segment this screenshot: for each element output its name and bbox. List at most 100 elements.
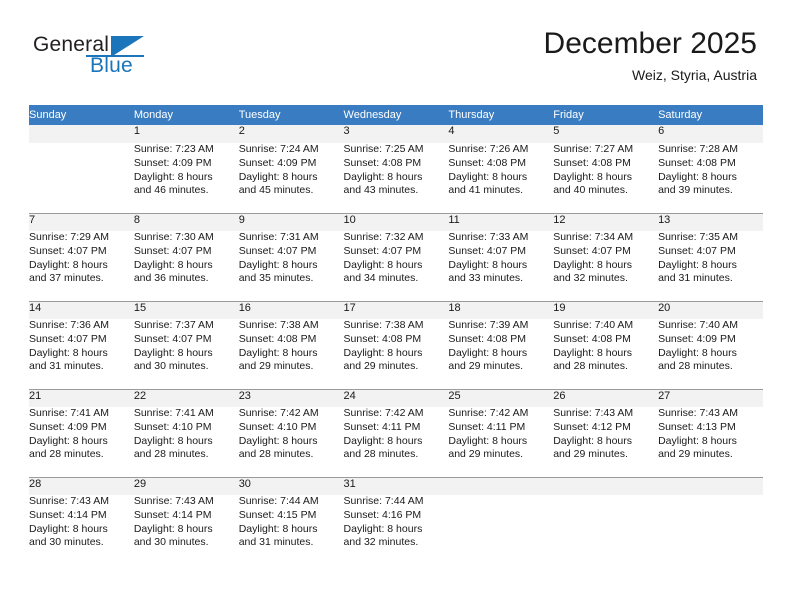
day-number[interactable]: 10 bbox=[343, 213, 449, 231]
day-cell[interactable]: Sunrise: 7:33 AM Sunset: 4:07 PM Dayligh… bbox=[448, 231, 554, 301]
day-cell[interactable]: Sunrise: 7:37 AM Sunset: 4:07 PM Dayligh… bbox=[133, 319, 239, 389]
sunset-text: Sunset: 4:14 PM bbox=[133, 508, 212, 521]
sunset-text: Sunset: 4:11 PM bbox=[448, 420, 526, 433]
day-cell[interactable]: Sunrise: 7:42 AM Sunset: 4:10 PM Dayligh… bbox=[238, 407, 344, 477]
daylight-text-line2: and 36 minutes. bbox=[133, 272, 209, 285]
daylight-text-line1: Daylight: 8 hours bbox=[448, 434, 528, 447]
sunset-text: Sunset: 4:08 PM bbox=[658, 156, 736, 169]
daylight-text-line2: and 29 minutes. bbox=[553, 448, 628, 461]
week-row-daynumbers: 1 2 3 4 5 6 bbox=[29, 125, 763, 143]
day-cell[interactable]: Sunrise: 7:39 AM Sunset: 4:08 PM Dayligh… bbox=[448, 319, 554, 389]
day-cell[interactable] bbox=[29, 143, 134, 213]
day-cell[interactable]: Sunrise: 7:26 AM Sunset: 4:08 PM Dayligh… bbox=[448, 143, 554, 213]
day-cell[interactable]: Sunrise: 7:23 AM Sunset: 4:09 PM Dayligh… bbox=[133, 143, 239, 213]
sunset-text: Sunset: 4:09 PM bbox=[29, 420, 107, 433]
day-cell[interactable]: Sunrise: 7:41 AM Sunset: 4:09 PM Dayligh… bbox=[29, 407, 134, 477]
page-header: General Blue December 2025 Weiz, Styria,… bbox=[0, 0, 792, 100]
daylight-text-line2: and 34 minutes. bbox=[343, 272, 419, 285]
day-number[interactable] bbox=[29, 125, 134, 143]
day-cell[interactable]: Sunrise: 7:41 AM Sunset: 4:10 PM Dayligh… bbox=[133, 407, 239, 477]
day-number[interactable]: 7 bbox=[29, 213, 134, 231]
sunset-text: Sunset: 4:08 PM bbox=[343, 156, 422, 169]
day-number[interactable]: 29 bbox=[133, 477, 239, 495]
day-number[interactable]: 4 bbox=[448, 125, 554, 143]
day-number[interactable]: 24 bbox=[343, 389, 449, 407]
day-cell[interactable]: Sunrise: 7:29 AM Sunset: 4:07 PM Dayligh… bbox=[29, 231, 134, 301]
day-cell[interactable]: Sunrise: 7:28 AM Sunset: 4:08 PM Dayligh… bbox=[658, 143, 763, 213]
sunset-text: Sunset: 4:12 PM bbox=[553, 420, 631, 433]
day-number[interactable]: 6 bbox=[658, 125, 763, 143]
week-row-daynumbers: 7 8 9 10 11 12 13 bbox=[29, 213, 763, 231]
title-block: December 2025 Weiz, Styria, Austria bbox=[544, 26, 757, 84]
day-number[interactable]: 13 bbox=[658, 213, 763, 231]
day-cell[interactable]: Sunrise: 7:42 AM Sunset: 4:11 PM Dayligh… bbox=[448, 407, 554, 477]
day-cell[interactable]: Sunrise: 7:35 AM Sunset: 4:07 PM Dayligh… bbox=[658, 231, 763, 301]
day-number[interactable]: 28 bbox=[29, 477, 134, 495]
day-number[interactable]: 2 bbox=[238, 125, 344, 143]
sunrise-text: Sunrise: 7:42 AM bbox=[343, 407, 424, 419]
day-number[interactable]: 9 bbox=[238, 213, 344, 231]
day-number[interactable]: 18 bbox=[448, 301, 554, 319]
daylight-text-line1: Daylight: 8 hours bbox=[133, 522, 213, 535]
day-cell[interactable]: Sunrise: 7:43 AM Sunset: 4:14 PM Dayligh… bbox=[133, 495, 239, 565]
day-cell[interactable]: Sunrise: 7:27 AM Sunset: 4:08 PM Dayligh… bbox=[553, 143, 659, 213]
day-cell[interactable]: Sunrise: 7:43 AM Sunset: 4:14 PM Dayligh… bbox=[29, 495, 134, 565]
day-number[interactable]: 23 bbox=[238, 389, 344, 407]
day-number[interactable]: 26 bbox=[553, 389, 659, 407]
day-number[interactable]: 30 bbox=[238, 477, 344, 495]
daylight-text-line2: and 37 minutes. bbox=[29, 272, 104, 285]
weekday-header-row: Sunday Monday Tuesday Wednesday Thursday… bbox=[29, 105, 763, 125]
daylight-text-line1: Daylight: 8 hours bbox=[29, 346, 108, 359]
sunrise-text: Sunrise: 7:27 AM bbox=[553, 143, 634, 155]
day-cell[interactable]: Sunrise: 7:43 AM Sunset: 4:13 PM Dayligh… bbox=[658, 407, 763, 477]
daylight-text-line1: Daylight: 8 hours bbox=[238, 258, 318, 271]
day-number[interactable]: 17 bbox=[343, 301, 449, 319]
day-cell[interactable]: Sunrise: 7:43 AM Sunset: 4:12 PM Dayligh… bbox=[553, 407, 659, 477]
daylight-text-line2: and 39 minutes. bbox=[658, 184, 733, 197]
sunrise-text: Sunrise: 7:42 AM bbox=[448, 407, 529, 419]
day-cell[interactable]: Sunrise: 7:40 AM Sunset: 4:09 PM Dayligh… bbox=[658, 319, 763, 389]
daylight-text-line1: Daylight: 8 hours bbox=[133, 170, 213, 183]
sunset-text: Sunset: 4:07 PM bbox=[29, 332, 107, 345]
day-cell[interactable]: Sunrise: 7:44 AM Sunset: 4:15 PM Dayligh… bbox=[238, 495, 344, 565]
day-cell[interactable]: Sunrise: 7:34 AM Sunset: 4:07 PM Dayligh… bbox=[553, 231, 659, 301]
day-number[interactable]: 19 bbox=[553, 301, 659, 319]
day-number[interactable]: 27 bbox=[658, 389, 763, 407]
sunrise-text: Sunrise: 7:28 AM bbox=[658, 143, 739, 155]
day-number[interactable]: 15 bbox=[133, 301, 239, 319]
day-number[interactable]: 14 bbox=[29, 301, 134, 319]
day-number[interactable]: 31 bbox=[343, 477, 449, 495]
day-number[interactable]: 5 bbox=[553, 125, 659, 143]
daylight-text-line1: Daylight: 8 hours bbox=[343, 258, 423, 271]
day-number[interactable]: 11 bbox=[448, 213, 554, 231]
day-cell[interactable]: Sunrise: 7:40 AM Sunset: 4:08 PM Dayligh… bbox=[553, 319, 659, 389]
day-number[interactable]: 1 bbox=[133, 125, 239, 143]
day-number[interactable]: 21 bbox=[29, 389, 134, 407]
sunrise-text: Sunrise: 7:25 AM bbox=[343, 143, 424, 155]
day-cell[interactable]: Sunrise: 7:32 AM Sunset: 4:07 PM Dayligh… bbox=[343, 231, 449, 301]
day-cell[interactable]: Sunrise: 7:36 AM Sunset: 4:07 PM Dayligh… bbox=[29, 319, 134, 389]
day-cell[interactable]: Sunrise: 7:30 AM Sunset: 4:07 PM Dayligh… bbox=[133, 231, 239, 301]
day-cell[interactable]: Sunrise: 7:25 AM Sunset: 4:08 PM Dayligh… bbox=[343, 143, 449, 213]
day-cell[interactable]: Sunrise: 7:24 AM Sunset: 4:09 PM Dayligh… bbox=[238, 143, 344, 213]
daylight-text-line1: Daylight: 8 hours bbox=[658, 346, 737, 359]
day-number[interactable]: 12 bbox=[553, 213, 659, 231]
day-cell[interactable]: Sunrise: 7:38 AM Sunset: 4:08 PM Dayligh… bbox=[343, 319, 449, 389]
sunrise-text: Sunrise: 7:42 AM bbox=[238, 407, 319, 419]
sunset-text: Sunset: 4:07 PM bbox=[133, 332, 212, 345]
day-cell[interactable]: Sunrise: 7:31 AM Sunset: 4:07 PM Dayligh… bbox=[238, 231, 344, 301]
day-cell[interactable]: Sunrise: 7:38 AM Sunset: 4:08 PM Dayligh… bbox=[238, 319, 344, 389]
day-cell[interactable]: Sunrise: 7:42 AM Sunset: 4:11 PM Dayligh… bbox=[343, 407, 449, 477]
day-number[interactable]: 20 bbox=[658, 301, 763, 319]
sunrise-text: Sunrise: 7:23 AM bbox=[133, 143, 214, 155]
day-number[interactable]: 8 bbox=[133, 213, 239, 231]
day-number[interactable]: 3 bbox=[343, 125, 449, 143]
day-number[interactable]: 25 bbox=[448, 389, 554, 407]
sunrise-text: Sunrise: 7:31 AM bbox=[238, 231, 319, 243]
day-number[interactable]: 22 bbox=[133, 389, 239, 407]
sunrise-text: Sunrise: 7:29 AM bbox=[29, 231, 109, 243]
day-number[interactable]: 16 bbox=[238, 301, 344, 319]
weekday-header-wednesday: Wednesday bbox=[343, 105, 449, 125]
general-blue-logo[interactable]: General Blue bbox=[33, 33, 203, 85]
day-cell[interactable]: Sunrise: 7:44 AM Sunset: 4:16 PM Dayligh… bbox=[343, 495, 449, 565]
